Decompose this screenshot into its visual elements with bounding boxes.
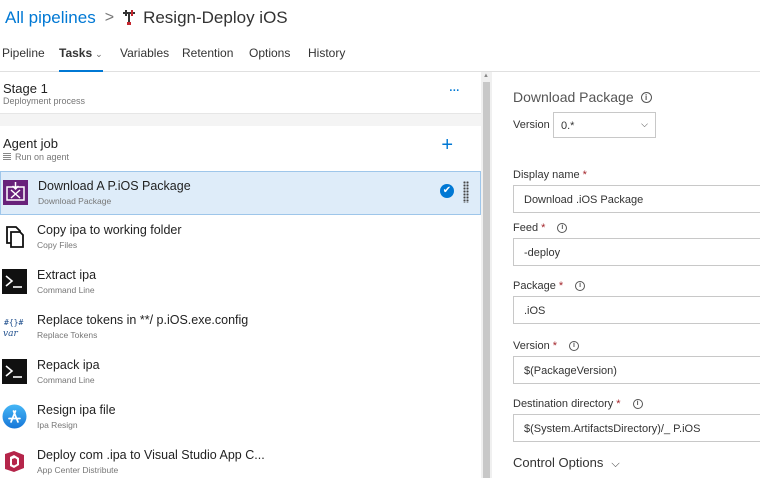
more-options-icon[interactable]: ... [449, 78, 460, 96]
breadcrumb: All pipelines > Resign-Deploy iOS [5, 8, 288, 28]
task-title: Copy ipa to working folder [37, 223, 182, 237]
tab-retention[interactable]: Retention [182, 46, 233, 72]
detail-title-text: Download Package [513, 89, 634, 105]
task-item[interactable]: Extract ipa Command Line [0, 261, 481, 305]
scroll-up-arrow-icon[interactable]: ▲ [483, 73, 489, 79]
feed-select[interactable]: -deploy [513, 238, 760, 266]
task-subtitle: App Center Distribute [37, 465, 119, 475]
add-task-icon[interactable]: + [441, 134, 453, 157]
info-icon[interactable]: i [557, 223, 568, 233]
required-marker: * [616, 398, 621, 410]
control-options-label: Control Options [513, 455, 604, 470]
stage-title: Stage 1 [3, 81, 48, 96]
header: All pipelines > Resign-Deploy iOS Pipeli… [0, 0, 760, 72]
package-version-label: Version * i [513, 340, 579, 352]
task-item[interactable]: Repack ipa Command Line [0, 351, 481, 395]
chevron-down-icon: ⌄ [95, 49, 103, 59]
copy-files-icon [6, 226, 24, 248]
scrollbar-thumb[interactable] [483, 82, 490, 478]
feed-label-text: Feed [513, 222, 539, 234]
drag-handle-icon[interactable] [463, 181, 469, 203]
pipeline-title: Resign-Deploy iOS [143, 8, 288, 27]
display-name-label: Display name * [513, 169, 587, 181]
control-options-toggle[interactable]: Control Options ⌵ [513, 455, 620, 471]
task-title: Repack ipa [37, 358, 100, 372]
display-name-label-text: Display name [513, 169, 580, 181]
package-label-text: Package [513, 280, 556, 292]
required-marker: * [541, 222, 546, 234]
destination-directory-label-text: Destination directory [513, 398, 614, 410]
agent-job-subtitle-text: Run on agent [15, 152, 70, 162]
required-marker: * [558, 280, 564, 292]
stage-subtitle: Deployment process [3, 96, 86, 106]
info-icon[interactable]: i [568, 341, 579, 351]
required-marker: * [552, 340, 557, 352]
task-item[interactable]: Copy ipa to working folder Copy Files [0, 216, 481, 260]
svg-text:#{}#: #{}# [4, 318, 23, 327]
task-version-value: 0.* [561, 120, 575, 132]
pipeline-icon [123, 10, 136, 25]
info-icon[interactable]: i [632, 399, 643, 409]
task-item[interactable]: Download A P.iOS Package Download Packag… [0, 171, 481, 215]
command-line-icon [2, 269, 27, 294]
breadcrumb-separator: > [104, 9, 115, 26]
package-label: Package * i [513, 280, 586, 292]
tab-pipeline[interactable]: Pipeline [2, 46, 45, 72]
app-store-icon [2, 404, 27, 429]
package-version-field[interactable]: $(PackageVersion) [513, 356, 760, 384]
download-package-icon [3, 180, 28, 205]
task-title: Deploy com .ipa to Visual Studio App C..… [37, 448, 265, 462]
task-title: Download A P.iOS Package [38, 179, 191, 193]
display-name-field[interactable]: Download .iOS Package [513, 185, 760, 213]
tab-variables[interactable]: Variables [120, 46, 169, 72]
task-subtitle: Replace Tokens [37, 330, 98, 340]
agent-job-subtitle: Run on agent [3, 152, 69, 162]
task-version-select[interactable]: 0.* ⌵ [553, 112, 656, 138]
breadcrumb-all-pipelines[interactable]: All pipelines [5, 8, 96, 28]
task-subtitle: Ipa Resign [37, 420, 78, 430]
app-center-icon [5, 451, 24, 472]
task-subtitle: Download Package [38, 196, 112, 206]
check-icon: ✔ [440, 184, 454, 198]
package-version-label-text: Version [513, 340, 550, 352]
task-subtitle: Command Line [37, 285, 95, 295]
required-marker: * [582, 169, 587, 181]
agent-job-title: Agent job [3, 136, 58, 151]
stage-header[interactable]: Stage 1 Deployment process ... [0, 72, 481, 114]
destination-directory-field[interactable]: $(System.ArtifactsDirectory)/_ P.iOS [513, 414, 760, 442]
replace-tokens-icon: #{}# var [3, 318, 23, 339]
tab-options[interactable]: Options [249, 46, 290, 72]
server-icon [3, 153, 11, 161]
destination-directory-label: Destination directory * i [513, 398, 643, 410]
info-icon[interactable]: i [575, 281, 586, 291]
tab-tasks[interactable]: Tasks ⌄ [59, 46, 103, 72]
svg-text:var: var [3, 329, 18, 339]
tab-history[interactable]: History [308, 46, 345, 72]
task-item[interactable]: Resign ipa file Ipa Resign [0, 396, 481, 440]
task-title: Replace tokens in **/ p.iOS.exe.config [37, 313, 249, 327]
package-select[interactable]: .iOS [513, 296, 760, 324]
task-item[interactable]: #{}# var Replace tokens in **/ p.iOS.exe… [0, 306, 481, 350]
task-title: Extract ipa [37, 268, 97, 282]
task-title: Resign ipa file [37, 403, 116, 417]
feed-label: Feed * i [513, 222, 568, 234]
task-list-panel: Stage 1 Deployment process ... Agent job… [0, 72, 481, 478]
section-divider [0, 114, 481, 126]
tab-tasks-label: Tasks [59, 46, 93, 60]
info-icon[interactable]: i [640, 91, 652, 103]
chevron-down-icon: ⌵ [641, 119, 648, 129]
agent-job[interactable]: Agent job Run on agent + [0, 126, 481, 171]
task-item[interactable]: Deploy com .ipa to Visual Studio App C..… [0, 441, 481, 478]
task-subtitle: Command Line [37, 375, 95, 385]
command-line-icon [2, 359, 27, 384]
detail-title: Download Package i [513, 89, 652, 105]
scrollbar[interactable]: ▲ [481, 72, 492, 478]
task-subtitle: Copy Files [37, 240, 78, 250]
task-detail-panel: Download Package i Version 0.* ⌵ Display… [492, 72, 760, 478]
chevron-down-icon: ⌵ [611, 458, 620, 470]
task-version-label: Version [513, 119, 550, 131]
